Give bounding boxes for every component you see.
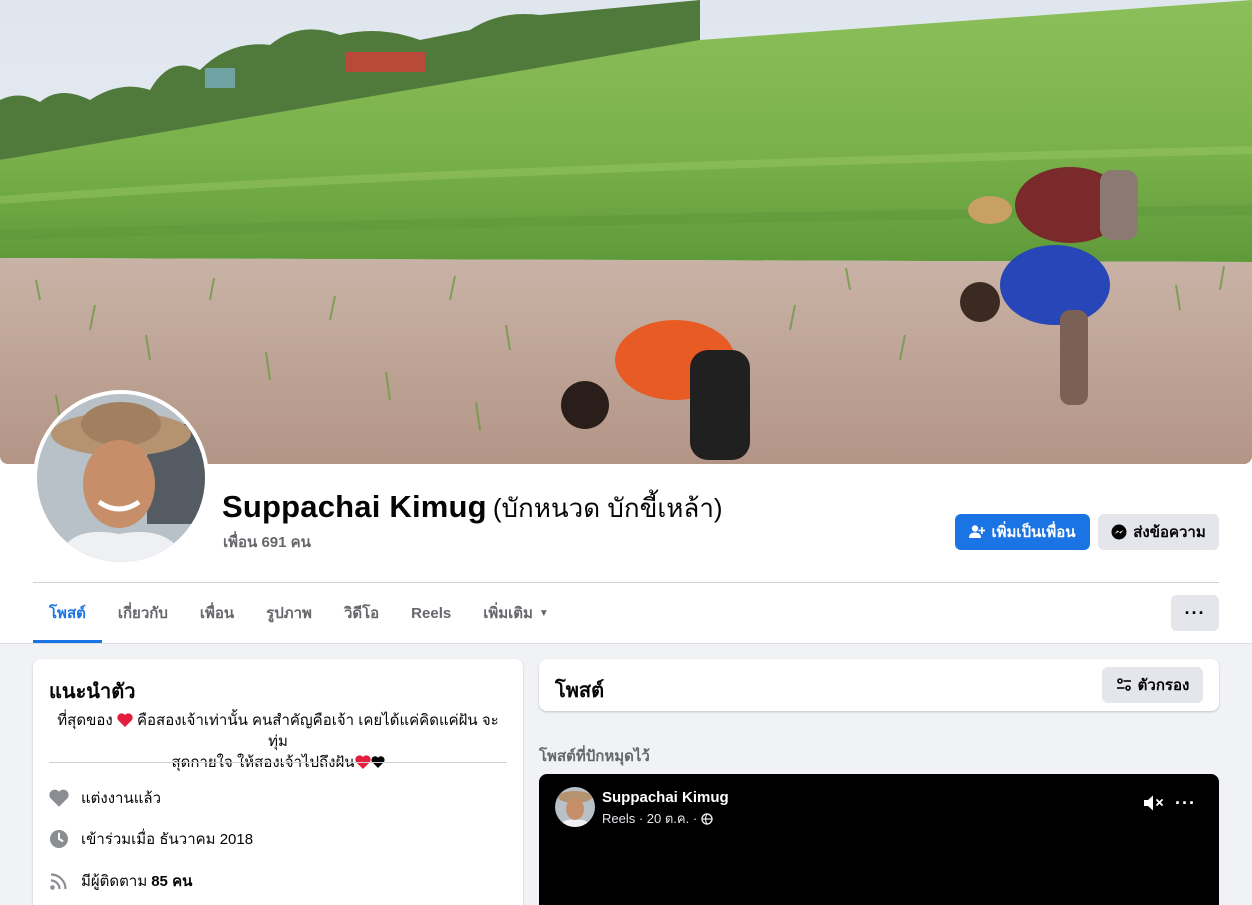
tab-posts[interactable]: โพสต์: [33, 584, 102, 643]
intro-divider: [49, 762, 507, 763]
reel-author-avatar[interactable]: [555, 787, 595, 827]
joined-text: เข้าร่วมเมื่อ ธันวาคม 2018: [81, 831, 254, 848]
tab-more[interactable]: เพิ่มเติม ▼: [467, 584, 565, 642]
pinned-posts-label: โพสต์ที่ปักหมุดไว้: [539, 748, 650, 765]
profile-name: Suppachai Kimug (บักหนวด บักขี้เหล้า): [222, 488, 723, 529]
tab-videos[interactable]: วิดีโอ: [328, 584, 395, 642]
reel-meta-text: Reels · 20 ต.ค. ·: [602, 811, 698, 826]
filter-button[interactable]: ตัวกรอง: [1102, 667, 1203, 703]
tab-friends[interactable]: เพื่อน: [184, 584, 250, 642]
rss-icon: [49, 871, 69, 891]
filter-label: ตัวกรอง: [1137, 677, 1190, 694]
profile-name-alt: (บักหนวด บักขี้เหล้า): [492, 493, 723, 523]
message-label: ส่งข้อความ: [1133, 524, 1206, 541]
tab-label: รูปภาพ: [266, 605, 312, 622]
add-friend-label: เพิ่มเป็นเพื่อน: [991, 524, 1076, 541]
intro-card: แนะนำตัว ที่สุดของ คือสองเจ้าเท่านั้น คน…: [33, 659, 523, 905]
mute-icon[interactable]: [1143, 794, 1165, 812]
tab-label: เพื่อน: [199, 605, 235, 622]
messenger-icon: [1111, 524, 1127, 540]
joined-row: เข้าร่วมเมื่อ ธันวาคม 2018: [49, 827, 253, 851]
add-friend-button[interactable]: เพิ่มเป็นเพื่อน: [955, 514, 1090, 550]
followers-count[interactable]: 85 คน: [151, 869, 192, 893]
posts-title: โพสต์: [555, 680, 605, 702]
posts-header-card: โพสต์ ตัวกรอง: [539, 659, 1219, 711]
bio-text-1: ที่สุดของ: [57, 712, 113, 729]
red-heart-icon: [117, 713, 133, 727]
tab-reels[interactable]: Reels: [395, 584, 467, 642]
caret-down-icon: ▼: [538, 607, 549, 619]
tab-label: วิดีโอ: [343, 605, 380, 622]
followers-row: มีผู้ติดตาม 85 คน: [49, 869, 192, 893]
relationship-row: แต่งงานแล้ว: [49, 786, 161, 810]
reel-options-icon[interactable]: ···: [1175, 794, 1196, 812]
add-friend-icon: [969, 524, 986, 540]
tab-photos[interactable]: รูปภาพ: [250, 584, 328, 642]
followers-prefix: มีผู้ติดตาม: [81, 873, 148, 890]
profile-avatar[interactable]: [33, 390, 209, 566]
header-divider: [33, 582, 1219, 583]
reel-meta: Reels · 20 ต.ค. ·: [602, 808, 713, 829]
friends-count[interactable]: เพื่อน 691 คน: [223, 530, 311, 554]
more-options-button[interactable]: ···: [1171, 595, 1219, 631]
intro-bio: ที่สุดของ คือสองเจ้าเท่านั้น คนสำคัญคือเ…: [49, 710, 507, 773]
bio-text-2: คือสองเจ้าเท่านั้น คนสำคัญคือเจ้า เคยได้…: [132, 712, 499, 750]
clock-icon: [49, 829, 69, 849]
reel-author-name[interactable]: Suppachai Kimug: [602, 789, 729, 806]
filter-icon: [1116, 677, 1132, 693]
profile-name-main: Suppachai Kimug: [222, 489, 487, 524]
tab-label: เกี่ยวกับ: [117, 605, 168, 622]
tab-about[interactable]: เกี่ยวกับ: [102, 584, 184, 642]
tab-label: Reels: [411, 604, 452, 622]
intro-title: แนะนำตัว: [49, 681, 136, 703]
cover-photo[interactable]: [0, 0, 1252, 464]
relationship-text: แต่งงานแล้ว: [81, 790, 162, 807]
message-button[interactable]: ส่งข้อความ: [1098, 514, 1219, 550]
globe-icon: [701, 812, 713, 825]
heart-icon: [49, 788, 69, 808]
profile-tabs: โพสต์ เกี่ยวกับ เพื่อน รูปภาพ วิดีโอ Ree…: [33, 584, 565, 644]
profile-header: Suppachai Kimug (บักหนวด บักขี้เหล้า) เพื…: [0, 0, 1252, 644]
tab-label: เพิ่มเติม: [483, 605, 533, 622]
pinned-reel-card[interactable]: Suppachai Kimug Reels · 20 ต.ค. · ···: [539, 774, 1219, 905]
tab-label: โพสต์: [49, 605, 86, 622]
